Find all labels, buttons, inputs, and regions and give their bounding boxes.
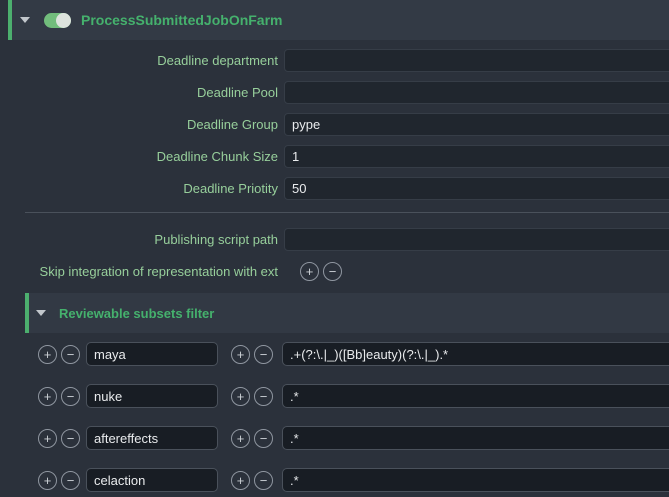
remove-key-button[interactable]: − [61, 429, 80, 448]
form-row: Deadline Pool [0, 76, 669, 108]
settings-page: ProcessSubmittedJobOnFarm Deadline depar… [0, 0, 669, 497]
deadline-group-label: Deadline Group [0, 117, 278, 132]
filter-key-input[interactable] [86, 468, 218, 492]
remove-key-button[interactable]: − [61, 471, 80, 490]
remove-value-button[interactable]: − [254, 345, 273, 364]
value-list-buttons: + − [231, 429, 273, 448]
deadline-priority-label: Deadline Priotity [0, 181, 278, 196]
form-row: Deadline Priotity [0, 172, 669, 204]
add-key-button[interactable]: + [38, 345, 57, 364]
deadline-department-input[interactable] [284, 49, 669, 72]
form-row: Publishing script path [0, 223, 669, 255]
deadline-priority-input[interactable] [284, 177, 669, 200]
deadline-pool-input[interactable] [284, 81, 669, 104]
remove-item-button[interactable]: − [323, 262, 342, 281]
list-buttons: + − [300, 262, 342, 281]
filter-value-input[interactable] [282, 384, 669, 408]
filter-value-input[interactable] [282, 468, 669, 492]
deadline-pool-label: Deadline Pool [0, 85, 278, 100]
filter-row: + − + − [0, 375, 669, 417]
deadline-chunk-size-label: Deadline Chunk Size [0, 149, 278, 164]
filter-key-input[interactable] [86, 342, 218, 366]
form-row: Deadline Group [0, 108, 669, 140]
deadline-chunk-size-input[interactable] [284, 145, 669, 168]
publishing-script-path-label: Publishing script path [0, 232, 278, 247]
deadline-department-label: Deadline department [0, 53, 278, 68]
add-key-button[interactable]: + [38, 429, 57, 448]
filter-section-title: Reviewable subsets filter [59, 306, 214, 321]
remove-value-button[interactable]: − [254, 387, 273, 406]
chevron-down-icon[interactable] [20, 17, 30, 23]
add-value-button[interactable]: + [231, 429, 250, 448]
toggle-knob [56, 13, 71, 28]
remove-value-button[interactable]: − [254, 471, 273, 490]
remove-key-button[interactable]: − [61, 345, 80, 364]
add-key-button[interactable]: + [38, 471, 57, 490]
add-value-button[interactable]: + [231, 387, 250, 406]
filter-key-input[interactable] [86, 384, 218, 408]
value-list-buttons: + − [231, 387, 273, 406]
filter-section-header: Reviewable subsets filter [25, 293, 669, 333]
form-row: Deadline department [0, 44, 669, 76]
filter-row: + − + − [0, 459, 669, 497]
filter-value-input[interactable] [282, 342, 669, 366]
value-list-buttons: + − [231, 471, 273, 490]
plugin-header: ProcessSubmittedJobOnFarm [8, 0, 669, 40]
value-list-buttons: + − [231, 345, 273, 364]
chevron-down-icon[interactable] [36, 310, 46, 316]
enabled-toggle[interactable] [44, 13, 71, 28]
divider [25, 212, 669, 213]
form-row: Deadline Chunk Size [0, 140, 669, 172]
filter-value-input[interactable] [282, 426, 669, 450]
filter-rows: + − + − + − + − + − + − [0, 333, 669, 497]
add-value-button[interactable]: + [231, 345, 250, 364]
filter-key-input[interactable] [86, 426, 218, 450]
add-value-button[interactable]: + [231, 471, 250, 490]
filter-row: + − + − [0, 417, 669, 459]
add-key-button[interactable]: + [38, 387, 57, 406]
skip-integration-label: Skip integration of representation with … [0, 264, 278, 279]
filter-row: + − + − [0, 333, 669, 375]
publishing-script-path-input[interactable] [284, 228, 669, 251]
deadline-group-input[interactable] [284, 113, 669, 136]
add-item-button[interactable]: + [300, 262, 319, 281]
remove-value-button[interactable]: − [254, 429, 273, 448]
form-row: Skip integration of representation with … [0, 255, 669, 287]
plugin-form: Deadline department Deadline Pool Deadli… [0, 44, 669, 287]
remove-key-button[interactable]: − [61, 387, 80, 406]
plugin-title: ProcessSubmittedJobOnFarm [81, 12, 283, 28]
